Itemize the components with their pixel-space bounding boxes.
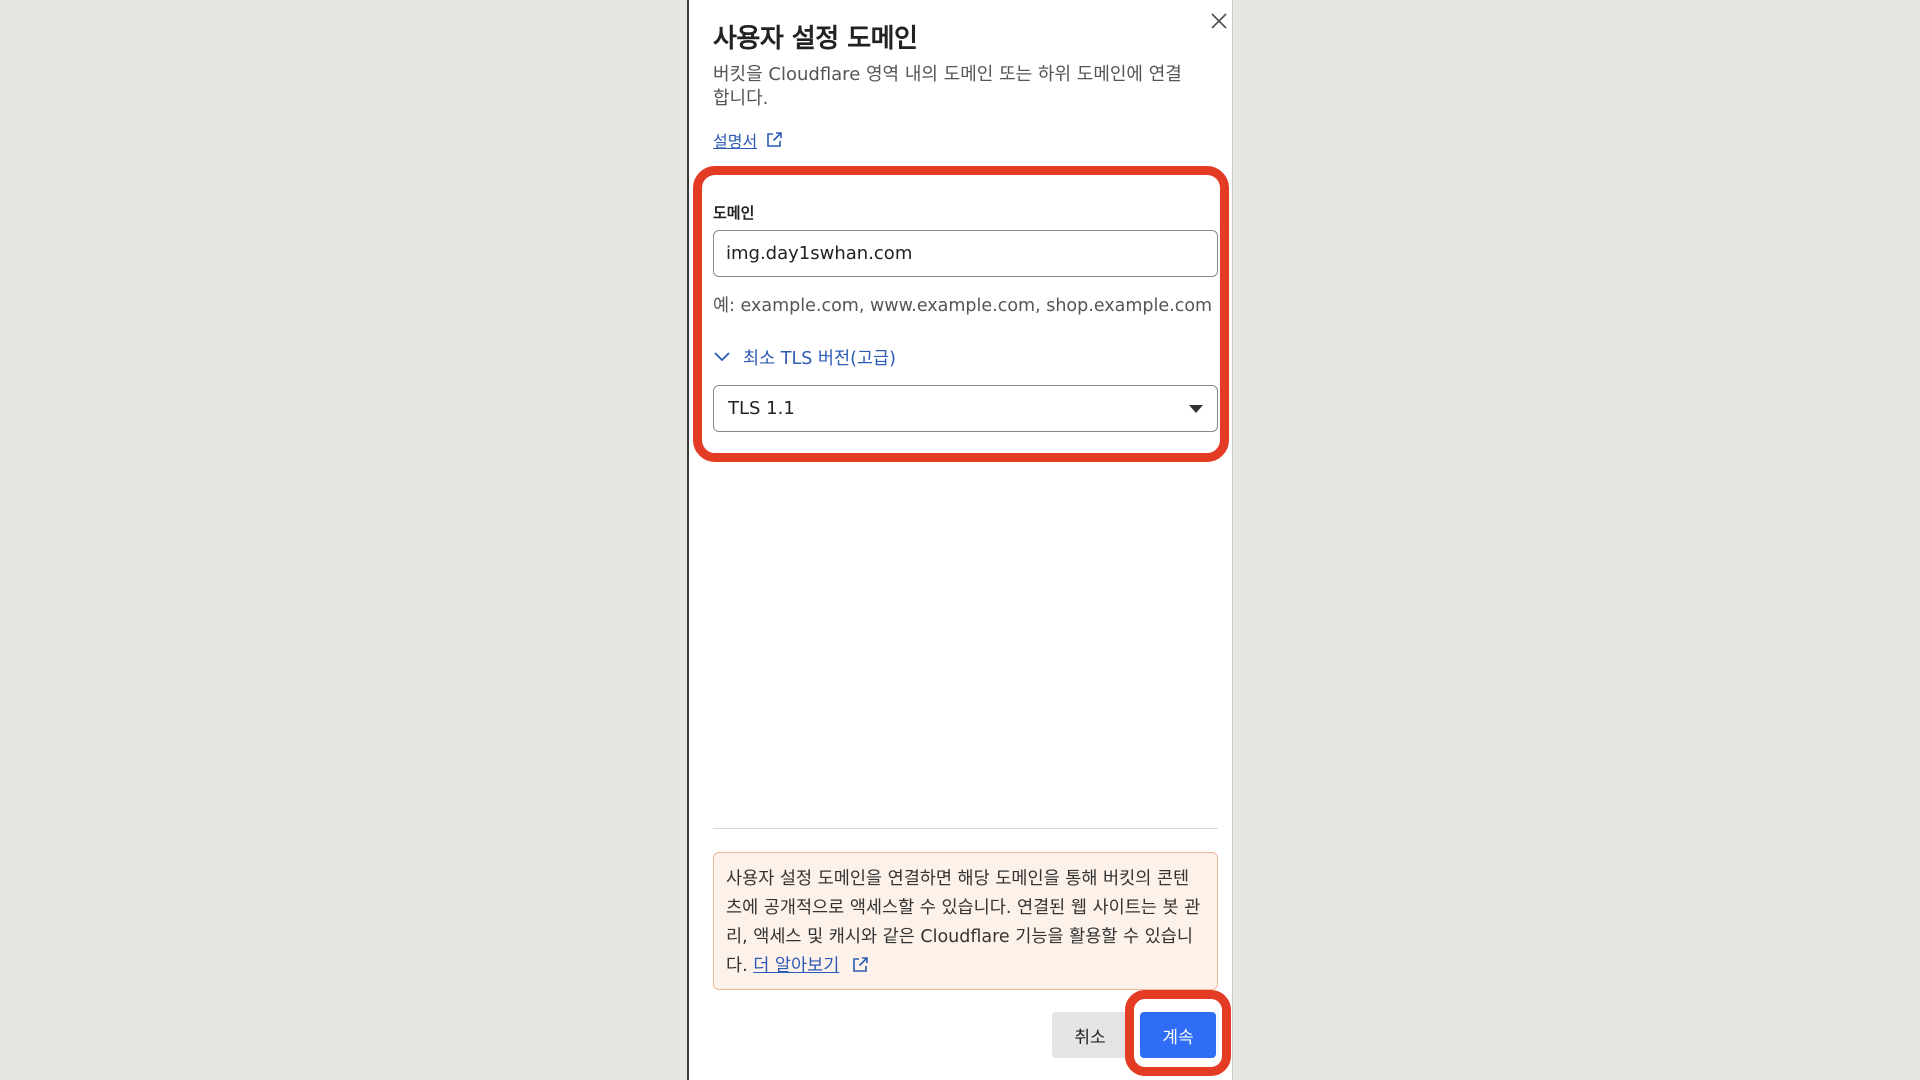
cancel-button[interactable]: 취소 [1052, 1012, 1128, 1058]
learn-more-link[interactable]: 더 알아보기 [753, 956, 839, 976]
external-link-icon [851, 955, 869, 984]
dialog-title: 사용자 설정 도메인 [713, 24, 918, 54]
divider [713, 828, 1218, 829]
domain-label: 도메인 [713, 204, 755, 222]
tls-toggle-label: 최소 TLS 버전(고급) [743, 349, 896, 369]
domain-hint: 예: example.com, www.example.com, shop.ex… [713, 296, 1213, 316]
continue-button[interactable]: 계속 [1140, 1012, 1216, 1058]
info-notice: 사용자 설정 도메인을 연결하면 해당 도메인을 통해 버킷의 콘텐츠에 공개적… [713, 852, 1218, 990]
documentation-link-label[interactable]: 설명서 [713, 128, 757, 152]
tls-advanced-toggle[interactable]: 최소 TLS 버전(고급) [713, 345, 896, 370]
close-icon[interactable] [1206, 8, 1232, 34]
dialog-description: 버킷을 Cloudflare 영역 내의 도메인 또는 하위 도메인에 연결합니… [713, 64, 1182, 109]
tls-selected-value: TLS 1.1 [728, 398, 795, 419]
external-link-icon [765, 131, 783, 149]
tls-version-select[interactable]: TLS 1.1 [713, 385, 1218, 432]
documentation-link[interactable]: 설명서 [713, 128, 783, 152]
domain-input[interactable] [713, 230, 1218, 277]
custom-domain-panel: 사용자 설정 도메인 버킷을 Cloudflare 영역 내의 도메인 또는 하… [687, 0, 1233, 1080]
chevron-down-icon [713, 348, 731, 368]
learn-more-label[interactable]: 더 알아보기 [753, 956, 839, 976]
dropdown-caret-icon [1189, 404, 1203, 413]
